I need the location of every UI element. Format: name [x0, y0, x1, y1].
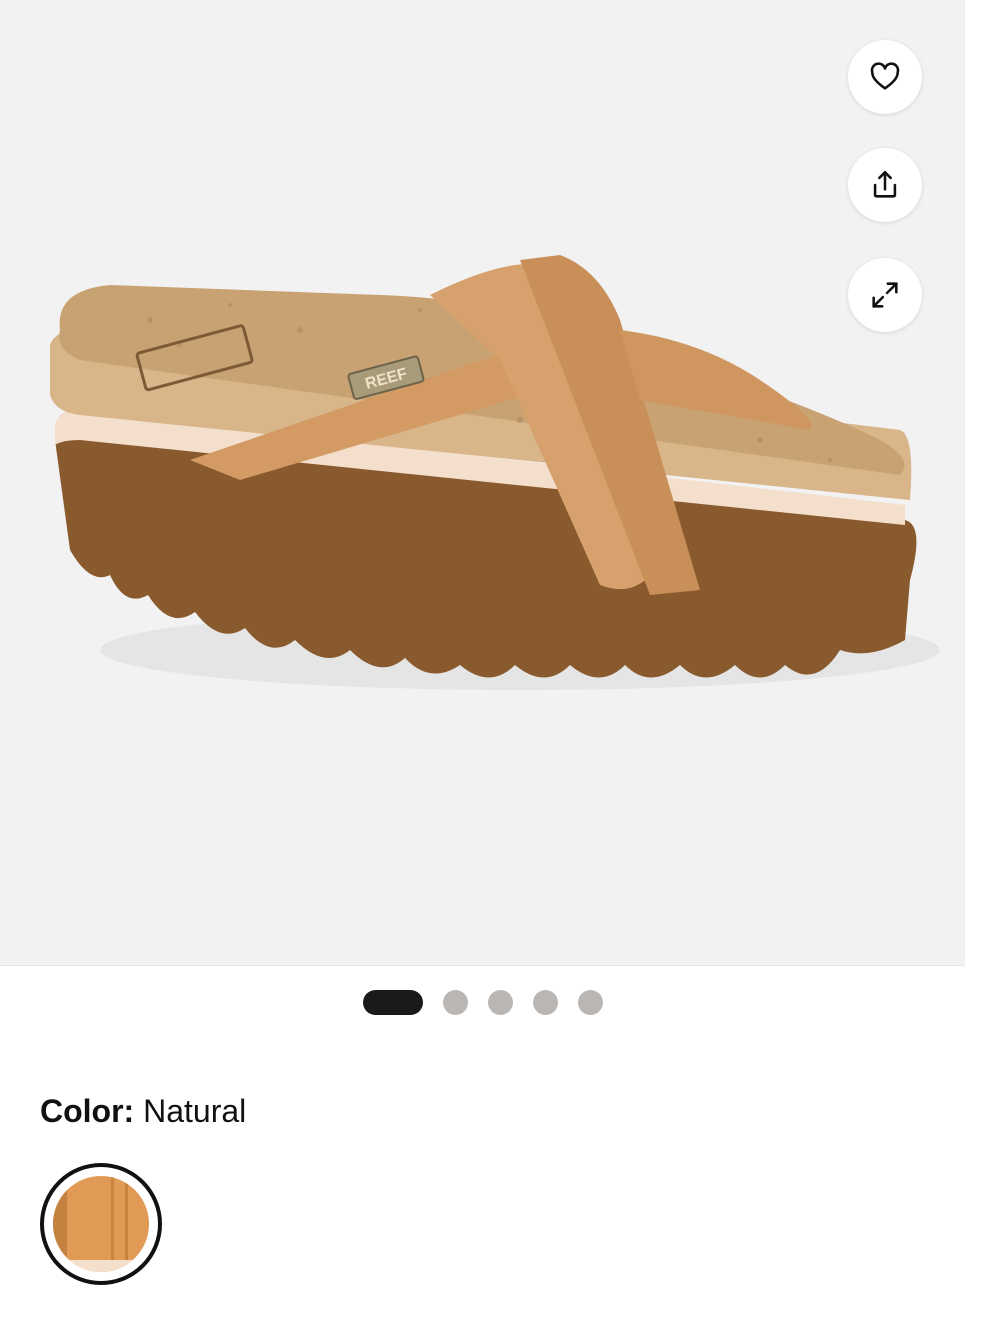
expand-icon: [872, 282, 898, 308]
product-image: REEF: [50, 255, 940, 690]
gallery-pagination: [0, 990, 965, 1015]
pagination-dot-2[interactable]: [442, 990, 468, 1015]
heart-icon: [870, 62, 900, 90]
color-selection-label: Color: Natural: [40, 1093, 246, 1130]
pagination-dot-4[interactable]: [532, 990, 558, 1015]
expand-button[interactable]: [848, 258, 922, 332]
color-value: Natural: [143, 1093, 247, 1129]
share-button[interactable]: [848, 148, 922, 222]
product-image-gallery[interactable]: REEF: [0, 0, 965, 966]
color-label: Color:: [40, 1093, 135, 1129]
pagination-dot-3[interactable]: [487, 990, 513, 1015]
pagination-dot-1[interactable]: [362, 990, 423, 1015]
favorite-button[interactable]: [848, 40, 922, 114]
share-icon: [873, 170, 897, 198]
pagination-dot-5[interactable]: [577, 990, 603, 1015]
color-swatch-image: [53, 1176, 149, 1272]
color-swatch-natural[interactable]: [40, 1163, 162, 1285]
